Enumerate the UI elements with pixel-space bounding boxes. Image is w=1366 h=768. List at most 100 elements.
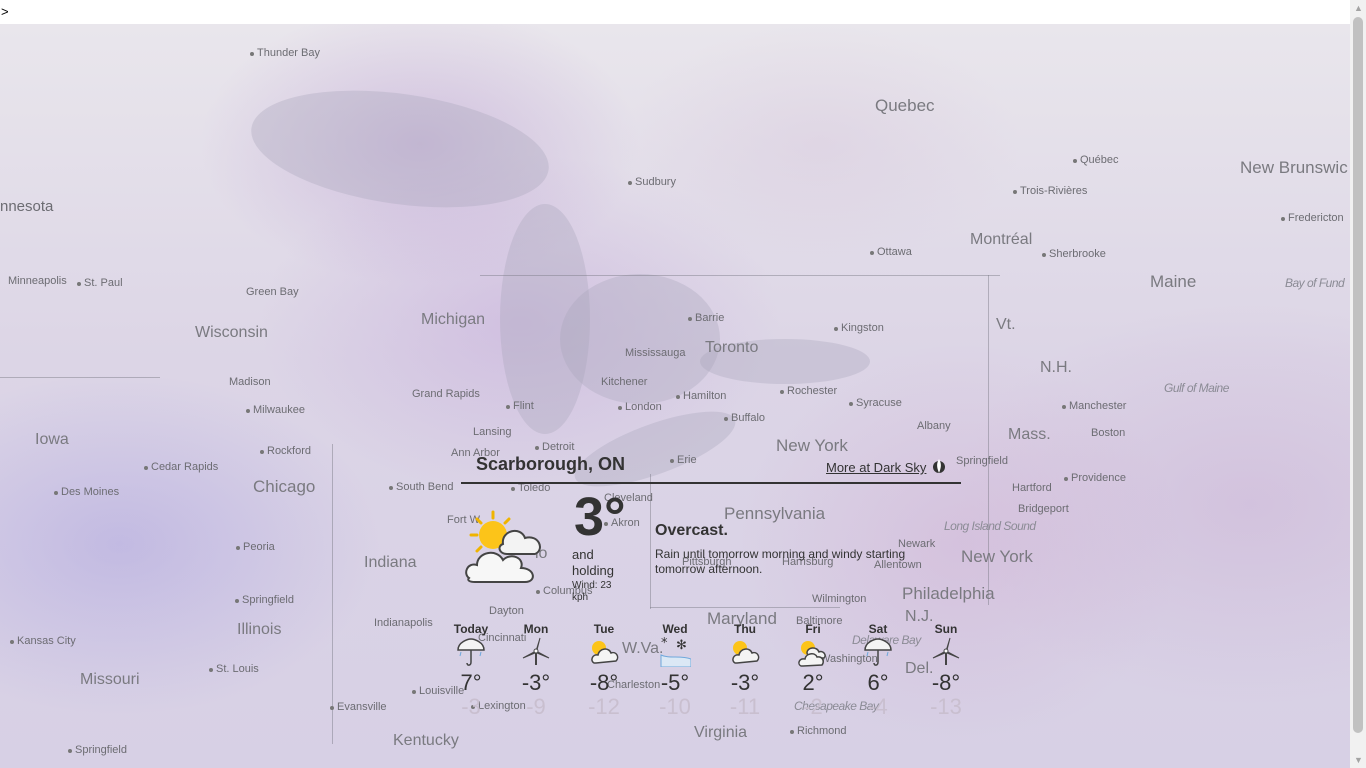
map-label-minnesota: nnesota xyxy=(0,198,54,215)
forecast-day-name: Thu xyxy=(734,622,756,636)
header-divider xyxy=(461,482,961,484)
state-border xyxy=(332,444,333,744)
more-at-dark-sky-link[interactable]: More at Dark Sky xyxy=(826,460,926,475)
map-label-peoria: Peoria xyxy=(236,541,275,553)
map-label-fredericton: Fredericton xyxy=(1281,212,1344,224)
svg-text:*: * xyxy=(661,637,668,651)
forecast-day-name: Fri xyxy=(805,622,821,636)
map-label-thunder-bay: Thunder Bay xyxy=(250,47,320,59)
map-label-cedar-rapids: Cedar Rapids xyxy=(143,461,219,473)
map-label-new-brunswick: New Brunswic xyxy=(1240,158,1348,177)
map-label-bay-of-fundy: Bay of Fund xyxy=(1285,276,1345,290)
map-label-illinois: Illinois xyxy=(237,621,282,638)
map-label-new-york-city: New York xyxy=(961,547,1033,566)
forecast-day: Today 7° -3 xyxy=(446,622,496,719)
forecast-low: -3 xyxy=(461,694,481,719)
map-label-evansville: Evansville xyxy=(330,701,387,713)
forecast-day-name: Sun xyxy=(934,622,958,636)
forecast-low: -9 xyxy=(526,694,546,719)
forecast-low: -2 xyxy=(803,694,823,719)
partly-cloudy-day-icon xyxy=(465,510,541,583)
location-name: Scarborough, ON xyxy=(476,454,626,474)
map-label-springfield-il: Springfield xyxy=(235,594,294,606)
forecast-day: Wed * ✻ -5° -10 xyxy=(650,622,700,719)
map-label-bridgeport: Bridgeport xyxy=(1018,503,1069,515)
scroll-down-icon[interactable]: ▼ xyxy=(1354,755,1363,765)
map-label-lansing: Lansing xyxy=(473,426,512,438)
map-label-des-moines: Des Moines xyxy=(53,486,120,498)
map-label-missouri: Missouri xyxy=(80,671,140,688)
map-label-barrie: Barrie xyxy=(687,312,725,324)
forecast-high: -8° xyxy=(931,670,961,695)
map-label-vermont: Vt. xyxy=(996,316,1016,333)
weather-widget: Scarborough, ON More at Dark Sky 3° and … xyxy=(454,450,965,730)
forecast-day: Thu -3° -11 xyxy=(720,622,770,719)
map-label-manchester: Manchester xyxy=(1061,400,1127,412)
forecast-low: -4 xyxy=(868,694,888,719)
map-label-wisconsin: Wisconsin xyxy=(195,324,268,341)
forecast-high: -3° xyxy=(521,670,551,695)
weather-summary: Overcast. xyxy=(655,522,728,539)
svg-text:✻: ✻ xyxy=(676,638,687,653)
map-label-quebec-city: Québec xyxy=(1073,154,1119,166)
partly-cloudy-day-icon xyxy=(798,641,826,667)
map-label-quebec-province: Quebec xyxy=(875,96,935,115)
map-label-toronto: Toronto xyxy=(705,339,759,356)
map-label-buffalo: Buffalo xyxy=(723,412,766,424)
map-label-gulf-of-maine: Gulf of Maine xyxy=(1164,381,1229,395)
map-label-green-bay: Green Bay xyxy=(246,286,299,298)
top-bar: > xyxy=(0,0,1350,24)
map-label-ottawa: Ottawa xyxy=(870,246,912,258)
map-label-sudbury: Sudbury xyxy=(628,176,676,188)
wind-icon xyxy=(932,637,960,665)
map-label-rochester: Rochester xyxy=(779,385,838,397)
wind-speed: Wind: 23 kph xyxy=(572,580,612,603)
forecast-day: Fri 2° -2 xyxy=(788,622,838,719)
snow-icon: * ✻ xyxy=(660,637,691,667)
map-label-michigan: Michigan xyxy=(421,311,486,328)
weather-detail: Rain until tomorrow morning and windy st… xyxy=(655,547,906,576)
map-label-kitchener: Kitchener xyxy=(601,376,648,388)
forecast-low: -12 xyxy=(588,694,620,719)
map-label-milwaukee: Milwaukee xyxy=(246,404,305,416)
forecast-low: -13 xyxy=(930,694,962,719)
map-label-minneapolis: Minneapolis xyxy=(8,275,67,287)
map-label-nh: N.H. xyxy=(1040,359,1072,376)
forecast-day: Mon -3° -9 xyxy=(511,622,561,719)
map-label-mississauga: Mississauga xyxy=(625,347,686,359)
forecast-day-name: Today xyxy=(453,622,489,636)
map-label-chicago: Chicago xyxy=(253,477,316,496)
forecast-day: Tue -8° -12 xyxy=(579,622,629,719)
forecast-day: Sun -8° -13 xyxy=(921,622,971,719)
map-label-springfield-mo: Springfield xyxy=(68,744,127,756)
map-label-st-paul: St. Paul xyxy=(77,277,123,289)
vertical-scrollbar[interactable]: ▲ ▼ xyxy=(1350,0,1366,768)
map-label-kingston: Kingston xyxy=(834,322,884,334)
forecast-high: 2° xyxy=(802,670,824,695)
forecast-high: 6° xyxy=(867,670,889,695)
forecast-high: 7° xyxy=(460,670,482,695)
map-label-mass: Mass. xyxy=(1008,426,1051,443)
partly-cloudy-day-icon xyxy=(732,641,760,664)
dark-sky-logo-icon[interactable] xyxy=(932,458,946,474)
wind-icon xyxy=(522,637,550,665)
scrollbar-thumb[interactable] xyxy=(1353,17,1363,733)
map-label-sherbrooke: Sherbrooke xyxy=(1042,248,1106,260)
forecast-day-name: Sat xyxy=(868,622,888,636)
scroll-up-icon[interactable]: ▲ xyxy=(1354,3,1363,13)
forecast-day-name: Mon xyxy=(523,622,549,636)
map-label-iowa: Iowa xyxy=(35,431,69,448)
state-border xyxy=(480,275,1000,276)
temperature-trend-line1: and xyxy=(572,547,594,562)
state-border xyxy=(0,377,160,378)
forecast-day: Sat 6° -4 xyxy=(853,622,903,719)
rain-icon xyxy=(864,638,892,666)
map-label-indianapolis: Indianapolis xyxy=(374,617,433,629)
partly-cloudy-day-icon xyxy=(591,641,619,664)
forecast-low: -10 xyxy=(659,694,691,719)
map-label-kansas-city: Kansas City xyxy=(10,635,76,647)
map-label-london: London xyxy=(618,401,662,413)
map-label-providence: Providence xyxy=(1063,472,1127,484)
forecast-day-name: Tue xyxy=(593,622,615,636)
map-label-kentucky: Kentucky xyxy=(393,732,459,749)
